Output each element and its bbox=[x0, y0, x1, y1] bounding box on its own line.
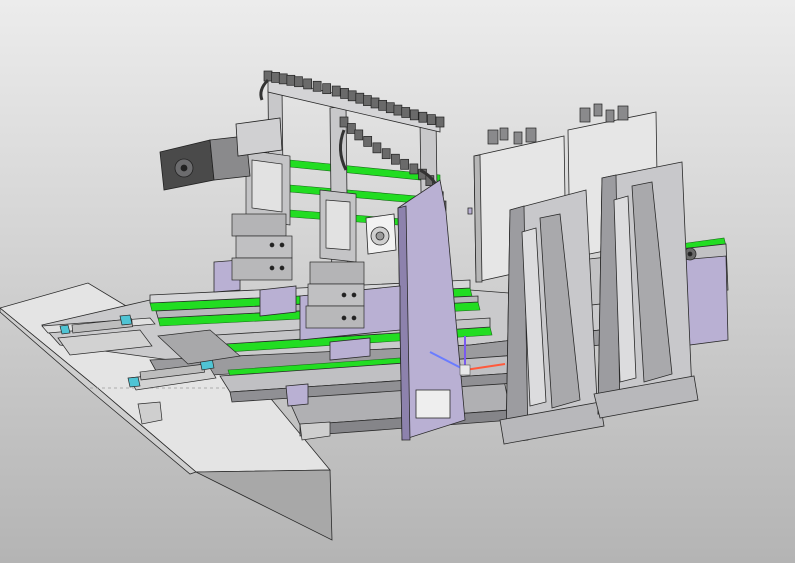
chain-link bbox=[331, 85, 341, 97]
chain-link bbox=[363, 136, 373, 147]
chain-link bbox=[372, 142, 382, 154]
chain-link bbox=[370, 97, 380, 109]
chain-link bbox=[418, 111, 428, 123]
chain-link bbox=[427, 114, 436, 125]
chain-link bbox=[347, 123, 356, 134]
chain-link bbox=[409, 109, 419, 121]
chain-link bbox=[363, 95, 372, 106]
chain-link bbox=[435, 116, 445, 128]
chain-link bbox=[378, 99, 388, 111]
chain-link bbox=[393, 104, 403, 116]
chain-link bbox=[303, 78, 312, 90]
chain-link bbox=[271, 72, 280, 83]
chain-link bbox=[385, 102, 395, 114]
chain-link bbox=[400, 158, 409, 170]
frame-window-cutout bbox=[415, 389, 451, 419]
connector-1 bbox=[59, 324, 71, 335]
chain-link bbox=[294, 76, 303, 88]
chain-link bbox=[409, 163, 419, 175]
chain-link bbox=[347, 90, 357, 102]
chain-link bbox=[312, 80, 322, 92]
connector-3 bbox=[127, 376, 141, 388]
cad-assembly-model[interactable] bbox=[0, 0, 795, 563]
chain-link bbox=[401, 107, 411, 118]
chain-link bbox=[354, 129, 364, 141]
chain-link bbox=[263, 70, 273, 82]
chain-link bbox=[322, 83, 332, 95]
chain-link bbox=[381, 148, 391, 160]
cad-viewport[interactable] bbox=[0, 0, 795, 563]
chain-link bbox=[278, 73, 288, 85]
chain-link bbox=[339, 116, 349, 128]
chain-link bbox=[355, 92, 365, 104]
column-support-right[interactable] bbox=[593, 161, 699, 419]
chain-link bbox=[286, 74, 296, 86]
connector-2 bbox=[119, 314, 133, 326]
chain-link bbox=[340, 88, 349, 99]
pulley-block[interactable] bbox=[365, 213, 397, 255]
chain-link bbox=[391, 153, 400, 165]
